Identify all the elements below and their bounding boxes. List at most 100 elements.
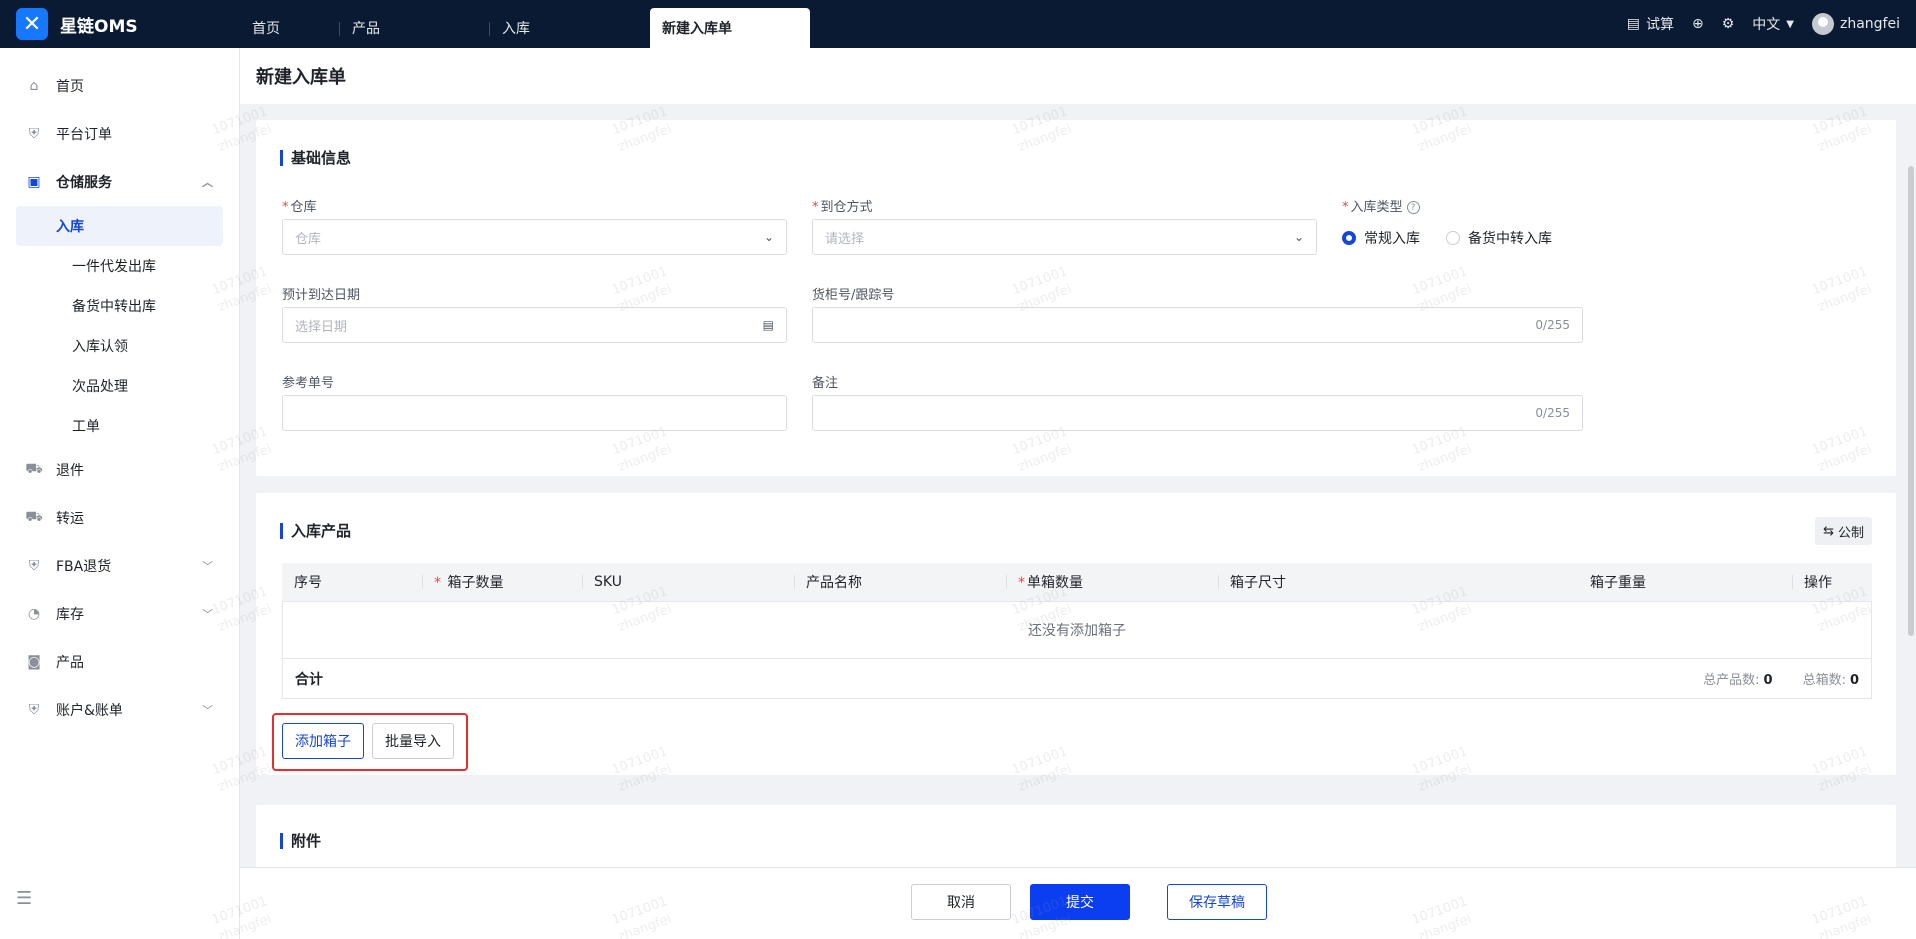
truck-icon: ⛟ — [25, 461, 43, 477]
submit-button[interactable]: 提交 — [1030, 884, 1130, 920]
warehouse-select[interactable]: 仓库 ⌄ — [282, 219, 787, 255]
container-number-label: 货柜号/跟踪号 — [812, 288, 895, 303]
sidebar-item-platform-orders[interactable]: ⛨ 平台订单 — [0, 110, 239, 158]
tab-home[interactable]: 首页 — [240, 8, 340, 48]
shield-icon: ⛨ — [28, 558, 40, 574]
cancel-button[interactable]: 取消 — [911, 884, 1011, 920]
tab-inbound[interactable]: 入库 — [490, 8, 650, 48]
sidebar-item-transfer[interactable]: ⛟ 转运 — [0, 494, 239, 542]
help-icon[interactable]: ? — [1406, 201, 1420, 214]
chevron-down-icon: ⌄ — [763, 230, 774, 244]
top-bar: ✕ 星链OMS 首页 产品 入库 新建入库单 ▤ 试算 ⊕ ⚙ 中文 ▼ zha… — [0, 0, 1916, 48]
sidebar-subitem-transit-out[interactable]: 备货中转出库 — [16, 286, 223, 326]
sidebar-subitem-inbound[interactable]: 入库 — [16, 206, 223, 246]
sidebar-item-warehouse[interactable]: ▣ 仓储服务 ︿ — [0, 158, 239, 206]
chevron-down-icon: ⌄ — [1293, 230, 1304, 244]
sidebar-subitem-workorder[interactable]: 工单 — [16, 406, 223, 446]
col-box-size: 箱子尺寸 — [1218, 563, 1578, 602]
total-products: 总产品数: 0 — [1703, 673, 1773, 688]
collapse-menu-icon[interactable]: ☰ — [16, 888, 32, 909]
reference-number-input[interactable] — [282, 395, 787, 431]
sidebar: ⌂ 首页 ⛨ 平台订单 ▣ 仓储服务 ︿ 入库 一件代发出库 备货中转出库 入库… — [0, 48, 240, 939]
tab-bar: 首页 产品 入库 新建入库单 — [240, 0, 810, 48]
download-icon[interactable]: ⊕ — [1692, 16, 1704, 32]
attachments-title: 附件 — [280, 833, 321, 849]
footer-action-bar: 取消 提交 保存草稿 — [240, 867, 1916, 939]
shield-icon: ⛨ — [28, 702, 40, 718]
arrival-method-select[interactable]: 请选择 ⌄ — [812, 219, 1317, 255]
col-sku: SKU — [582, 563, 794, 602]
tab-products[interactable]: 产品 — [340, 8, 490, 48]
logo-icon: ✕ — [16, 8, 48, 40]
chevron-down-icon: ﹀ — [202, 608, 213, 621]
top-right-actions: ▤ 试算 ⊕ ⚙ 中文 ▼ zhangfei — [1627, 0, 1900, 48]
tab-new-inbound[interactable]: 新建入库单 — [650, 8, 810, 48]
char-counter: 0/255 — [1535, 406, 1570, 420]
truck-icon: ⛟ — [25, 509, 43, 525]
chevron-up-icon: ︿ — [202, 176, 213, 189]
swap-icon: ⇆ — [1823, 523, 1834, 539]
warehouse-label: * 仓库 — [282, 200, 317, 215]
total-row: 合计 总产品数: 0 总箱数: 0 — [282, 659, 1872, 699]
col-box-qty: * 箱子数量 — [422, 563, 582, 602]
bulk-import-button[interactable]: 批量导入 — [372, 723, 454, 759]
remark-input[interactable]: 0/255 — [812, 395, 1583, 431]
main-content: 新建入库单 基础信息 * 仓库 仓库 ⌄ * 到仓方式 请选择 ⌄ * 入库类型? 常… — [210, 48, 1916, 939]
basic-info-title: 基础信息 — [280, 150, 351, 166]
page-title: 新建入库单 — [240, 48, 1916, 104]
col-index: 序号 — [282, 563, 422, 602]
scrollbar[interactable] — [1908, 166, 1914, 636]
chevron-down-icon: ﹀ — [202, 560, 213, 573]
inbound-type-radio-group: 常规入库 备货中转入库 — [1342, 228, 1552, 248]
sidebar-item-home[interactable]: ⌂ 首页 — [0, 62, 239, 110]
app-name: 星链OMS — [60, 16, 138, 37]
sidebar-item-account[interactable]: ⛨ 账户&账单 ﹀ — [0, 686, 239, 734]
sidebar-item-products[interactable]: ◙ 产品 — [0, 638, 239, 686]
reference-number-label: 参考单号 — [282, 376, 335, 391]
avatar — [1812, 13, 1834, 35]
total-boxes: 总箱数: 0 — [1802, 673, 1859, 688]
table-header-row: 序号 * 箱子数量 SKU 产品名称 * 单箱数量 箱子尺寸 箱子重量 操作 — [282, 563, 1872, 602]
settings-icon[interactable]: ⚙ — [1722, 16, 1735, 32]
eta-date-input[interactable]: 选择日期 ▤ — [282, 307, 787, 343]
sidebar-subitem-dropship[interactable]: 一件代发出库 — [16, 246, 223, 286]
bag-icon: ◙ — [27, 654, 41, 670]
chevron-down-icon: ﹀ — [202, 704, 213, 717]
user-menu[interactable]: zhangfei — [1812, 13, 1900, 35]
warehouse-icon: ▣ — [27, 174, 41, 190]
radio-transit-inbound[interactable]: 备货中转入库 — [1446, 228, 1552, 248]
basic-info-card: 基础信息 * 仓库 仓库 ⌄ * 到仓方式 请选择 ⌄ * 入库类型? 常规入库 备货… — [256, 120, 1896, 476]
col-actions: 操作 — [1792, 563, 1872, 602]
calculator-icon: ▤ — [1626, 16, 1640, 32]
col-product-name: 产品名称 — [794, 563, 1006, 602]
calc-button[interactable]: ▤ 试算 — [1627, 14, 1674, 34]
inbound-type-label: * 入库类型? — [1342, 196, 1420, 215]
save-draft-button[interactable]: 保存草稿 — [1167, 884, 1267, 920]
products-table: 序号 * 箱子数量 SKU 产品名称 * 单箱数量 箱子尺寸 箱子重量 操作 — [282, 563, 1872, 602]
sidebar-subitem-inbound-claim[interactable]: 入库认领 — [16, 326, 223, 366]
inbound-products-card: 入库产品 ⇆ 公制 序号 * 箱子数量 SKU 产品名称 * 单箱数量 箱子尺寸 … — [256, 493, 1896, 775]
pie-chart-icon: ◔ — [27, 606, 41, 622]
caret-down-icon: ▼ — [1786, 18, 1794, 30]
shield-icon: ⛨ — [28, 126, 40, 142]
language-select[interactable]: 中文 ▼ — [1752, 14, 1794, 34]
inbound-products-title: 入库产品 — [280, 523, 351, 539]
col-box-weight: 箱子重量 — [1578, 563, 1792, 602]
calendar-icon: ▤ — [762, 318, 774, 332]
sidebar-item-fba-returns[interactable]: ⛨ FBA退货 ﹀ — [0, 542, 239, 590]
remark-label: 备注 — [812, 376, 839, 391]
unit-toggle-button[interactable]: ⇆ 公制 — [1815, 517, 1872, 545]
app-logo[interactable]: ✕ 星链OMS — [0, 8, 240, 40]
col-unit-qty: * 单箱数量 — [1006, 563, 1218, 602]
sidebar-item-inventory[interactable]: ◔ 库存 ﹀ — [0, 590, 239, 638]
home-icon: ⌂ — [29, 78, 39, 94]
arrival-method-label: * 到仓方式 — [812, 200, 873, 215]
char-counter: 0/255 — [1535, 318, 1570, 332]
container-number-input[interactable]: 0/255 — [812, 307, 1583, 343]
radio-regular-inbound[interactable]: 常规入库 — [1342, 228, 1420, 248]
empty-state: 还没有添加箱子 — [282, 601, 1872, 659]
sidebar-subitem-defects[interactable]: 次品处理 — [16, 366, 223, 406]
eta-label: 预计到达日期 — [282, 288, 361, 303]
sidebar-item-returns[interactable]: ⛟ 退件 — [0, 446, 239, 494]
add-box-button[interactable]: 添加箱子 — [282, 723, 364, 759]
